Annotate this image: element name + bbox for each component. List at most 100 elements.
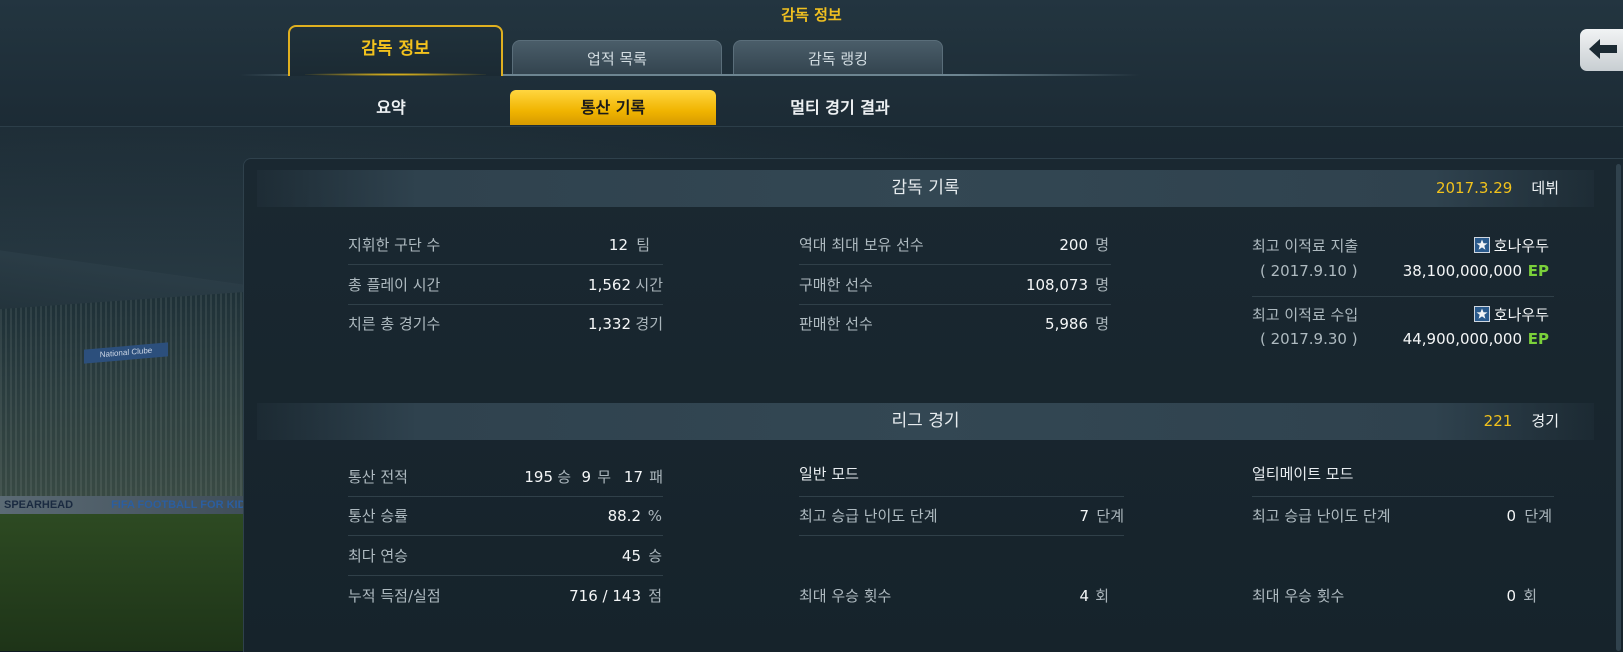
stat-row-max-players: 역대 최대 보유 선수 200 명 bbox=[799, 226, 1111, 265]
transfer-in-block: 최고 이적료 수입 호나우두 ( 2017.9.30 ) 44,900,000,… bbox=[1252, 297, 1554, 357]
stat-unit: 점 bbox=[648, 587, 662, 605]
stat-value: 45 bbox=[621, 547, 641, 565]
stat-unit: 회 bbox=[1523, 587, 1537, 605]
section-title: 감독 기록 bbox=[891, 178, 960, 198]
stat-unit: 회 bbox=[1095, 587, 1109, 605]
stadium-stand bbox=[0, 290, 260, 520]
stat-row-record: 통산 전적 195 승 9 무 17 패 bbox=[348, 458, 663, 497]
stat-label: 통산 전적 bbox=[348, 468, 408, 486]
header: 감독 정보 감독 정보 업적 목록 감독 랭킹 요약 통산 기록 멀티 경기 결… bbox=[0, 0, 1623, 127]
section-league-games: 리그 경기 221 경기 bbox=[257, 403, 1594, 440]
draws-unit: 무 bbox=[597, 468, 611, 486]
stat-row-sold-players: 판매한 선수 5,986 명 bbox=[799, 305, 1111, 343]
page-title: 감독 정보 bbox=[781, 6, 842, 24]
ultimate-promo-row: 최고 승급 난이도 단계 0 단계 bbox=[1252, 497, 1554, 535]
stat-value: 1,332 bbox=[588, 315, 631, 333]
stat-value: 88.2 bbox=[607, 507, 641, 525]
stat-value: 12 bbox=[608, 236, 628, 254]
league-games-count: 221 경기 bbox=[1484, 403, 1559, 440]
tab-manager-ranking[interactable]: 감독 랭킹 bbox=[733, 40, 943, 74]
transfer-out-currency: EP bbox=[1527, 262, 1549, 280]
section-title: 리그 경기 bbox=[891, 411, 960, 431]
subtab-career-record[interactable]: 통산 기록 bbox=[510, 90, 716, 125]
losses-unit: 패 bbox=[649, 468, 663, 486]
transfer-in-date: ( 2017.9.30 ) bbox=[1260, 330, 1358, 348]
transfer-in-label: 최고 이적료 수입 bbox=[1252, 306, 1359, 324]
stat-value: 108,073 bbox=[1025, 276, 1088, 294]
transfer-in-amount: 44,900,000,000 bbox=[1402, 330, 1522, 348]
ultimate-mode-title: 얼티메이트 모드 bbox=[1252, 465, 1354, 483]
stat-unit: 시간 bbox=[635, 276, 663, 294]
stat-row-win-rate: 통산 승률 88.2 % bbox=[348, 497, 663, 536]
stat-row-total-games: 치른 총 경기수 1,332 경기 bbox=[348, 305, 663, 343]
player-name: 호나우두 bbox=[1493, 237, 1549, 255]
stat-unit: 단계 bbox=[1096, 507, 1124, 525]
stat-label: 최고 승급 난이도 단계 bbox=[1252, 507, 1391, 525]
stat-label: 역대 최대 보유 선수 bbox=[799, 236, 924, 254]
losses-value: 17 bbox=[623, 468, 643, 486]
stat-label: 통산 승률 bbox=[348, 507, 408, 525]
tab-achievements[interactable]: 업적 목록 bbox=[512, 40, 722, 74]
subtab-summary[interactable]: 요약 bbox=[288, 90, 494, 125]
stat-row-bought-players: 구매한 선수 108,073 명 bbox=[799, 266, 1111, 305]
stat-value: 5,986 bbox=[1045, 315, 1088, 333]
debut-info: 2017.3.29 데뷔 bbox=[1436, 170, 1559, 207]
transfer-in-currency: EP bbox=[1527, 330, 1549, 348]
stat-value: 0 bbox=[1506, 587, 1516, 605]
scrollbar[interactable] bbox=[1616, 164, 1621, 651]
stat-unit: % bbox=[647, 507, 662, 525]
player-card-icon bbox=[1473, 237, 1490, 253]
stat-label: 누적 득점/실점 bbox=[348, 587, 441, 605]
ultimate-wins-row: 최대 우승 횟수 0 회 bbox=[1252, 577, 1554, 615]
stat-label: 최대 우승 횟수 bbox=[799, 587, 892, 605]
normal-mode-title: 일반 모드 bbox=[799, 465, 859, 483]
games-count: 221 bbox=[1483, 412, 1513, 430]
debut-date: 2017.3.29 bbox=[1435, 179, 1513, 197]
wins-unit: 승 bbox=[557, 468, 571, 486]
draws-value: 9 bbox=[581, 468, 591, 486]
ad-text-spearhead: SPEARHEAD bbox=[4, 499, 74, 511]
normal-wins-row: 최대 우승 횟수 4 회 bbox=[799, 577, 1124, 615]
stat-row-clubs: 지휘한 구단 수 12 팀 bbox=[348, 226, 663, 265]
player-name: 호나우두 bbox=[1493, 306, 1549, 324]
stat-unit: 단계 bbox=[1524, 507, 1552, 525]
transfer-out-player[interactable]: 호나우두 bbox=[1473, 235, 1549, 256]
stat-row-goals: 누적 득점/실점 716 / 143 점 bbox=[348, 577, 663, 615]
transfer-out-amount: 38,100,000,000 bbox=[1402, 262, 1522, 280]
stat-value: 7 bbox=[1079, 507, 1089, 525]
stat-unit: 팀 bbox=[636, 236, 650, 254]
stat-value: 200 bbox=[1059, 236, 1088, 254]
stat-unit: 경기 bbox=[635, 315, 663, 333]
transfer-out-block: 최고 이적료 지출 호나우두 ( 2017.9.10 ) 38,100,000,… bbox=[1252, 226, 1554, 297]
stat-value: 4 bbox=[1079, 587, 1089, 605]
stat-unit: 명 bbox=[1095, 315, 1109, 333]
ad-text-fifa: FIFA FOOTBALL FOR KIDS bbox=[111, 499, 253, 511]
transfer-in-player[interactable]: 호나우두 bbox=[1473, 304, 1549, 325]
stat-label: 판매한 선수 bbox=[799, 315, 873, 333]
stat-unit: 승 bbox=[648, 547, 662, 565]
stat-label: 최대 우승 횟수 bbox=[1252, 587, 1345, 605]
stat-row-win-streak: 최다 연승 45 승 bbox=[348, 537, 663, 576]
transfer-out-date: ( 2017.9.10 ) bbox=[1260, 262, 1358, 280]
section-manager-record: 감독 기록 2017.3.29 데뷔 bbox=[257, 170, 1594, 207]
stat-row-playtime: 총 플레이 시간 1,562 시간 bbox=[348, 266, 663, 305]
stat-label: 치른 총 경기수 bbox=[348, 315, 441, 333]
stat-label: 구매한 선수 bbox=[799, 276, 873, 294]
back-button[interactable] bbox=[1580, 29, 1623, 71]
stat-unit: 명 bbox=[1095, 276, 1109, 294]
wins-value: 195 bbox=[524, 468, 553, 486]
player-card-icon bbox=[1473, 306, 1490, 322]
stat-value: 0 bbox=[1506, 507, 1516, 525]
subtab-multi-match-results[interactable]: 멀티 경기 결과 bbox=[737, 90, 943, 125]
stat-label: 최다 연승 bbox=[348, 547, 408, 565]
stat-value: 1,562 bbox=[588, 276, 631, 294]
games-label: 경기 bbox=[1531, 412, 1559, 430]
stat-label: 총 플레이 시간 bbox=[348, 276, 441, 294]
pitch bbox=[0, 514, 260, 651]
stat-value: 716 / 143 bbox=[569, 587, 641, 605]
stat-unit: 명 bbox=[1095, 236, 1109, 254]
stat-label: 지휘한 구단 수 bbox=[348, 236, 441, 254]
debut-label: 데뷔 bbox=[1531, 179, 1559, 197]
tab-manager-info[interactable]: 감독 정보 bbox=[288, 25, 503, 76]
transfer-out-label: 최고 이적료 지출 bbox=[1252, 237, 1359, 255]
